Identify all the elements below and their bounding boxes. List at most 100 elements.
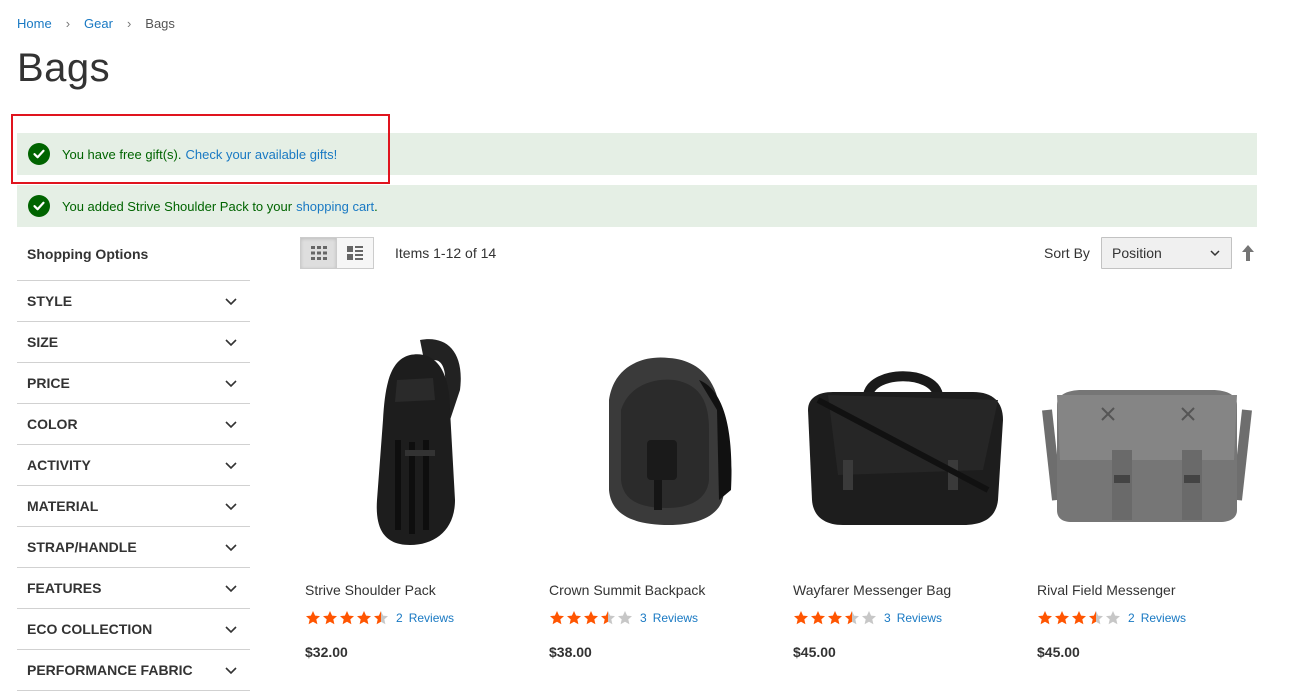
- grid-view-button[interactable]: [300, 237, 337, 269]
- shopping-cart-link[interactable]: shopping cart: [296, 199, 374, 214]
- chevron-down-icon: [225, 626, 237, 634]
- sort-by-label: Sort By: [1044, 245, 1090, 261]
- filter-label: PERFORMANCE FABRIC: [27, 662, 193, 678]
- star-icon: [862, 611, 876, 625]
- product-item: Crown Summit Backpack 3 Reviews $38.00: [549, 320, 774, 660]
- chevron-down-icon: [225, 462, 237, 470]
- star-icon: [811, 611, 825, 625]
- reviews-link[interactable]: 2 Reviews: [396, 611, 454, 625]
- filter-label: FEATURES: [27, 580, 102, 596]
- rating-stars: [549, 610, 634, 626]
- sort-by-value: Position: [1112, 245, 1162, 261]
- product-rating: 2 Reviews: [305, 610, 454, 626]
- product-name-link[interactable]: Crown Summit Backpack: [549, 582, 705, 598]
- breadcrumb-gear-link[interactable]: Gear: [84, 16, 113, 31]
- star-icon: [601, 611, 615, 625]
- filter-price[interactable]: PRICE: [17, 363, 250, 404]
- star-icon: [550, 611, 564, 625]
- product-price: $32.00: [305, 644, 348, 660]
- star-icon: [1072, 611, 1086, 625]
- filter-label: ECO COLLECTION: [27, 621, 153, 637]
- reviews-link[interactable]: 3 Reviews: [640, 611, 698, 625]
- rating-stars: [1037, 610, 1122, 626]
- filter-label: MATERIAL: [27, 498, 99, 514]
- reviews-link[interactable]: 2 Reviews: [1128, 611, 1186, 625]
- chevron-down-icon: [225, 380, 237, 388]
- list-icon: [347, 246, 363, 260]
- filter-label: PRICE: [27, 375, 70, 391]
- added-to-cart-text: You added Strive Shoulder Pack to your: [62, 198, 293, 214]
- reviews-link[interactable]: 3 Reviews: [884, 611, 942, 625]
- star-icon: [323, 611, 337, 625]
- message-period: .: [374, 198, 378, 214]
- filter-label: STYLE: [27, 293, 73, 309]
- rating-stars: [305, 610, 390, 626]
- product-image-sling-backpack[interactable]: [305, 320, 525, 560]
- chevron-down-icon: [225, 544, 237, 552]
- shopping-options-title: Shopping Options: [17, 236, 250, 281]
- chevron-down-icon: [1210, 250, 1220, 257]
- page-title: Bags: [17, 46, 111, 90]
- star-icon: [340, 611, 354, 625]
- product-rating: 2 Reviews: [1037, 610, 1186, 626]
- product-rating: 3 Reviews: [793, 610, 942, 626]
- product-item: Wayfarer Messenger Bag 3 Reviews $45.00: [793, 320, 1018, 660]
- star-icon: [306, 611, 320, 625]
- highlight-box: [11, 114, 390, 184]
- filter-label: SIZE: [27, 334, 59, 350]
- star-icon: [1106, 611, 1120, 625]
- star-icon: [618, 611, 632, 625]
- product-name-link[interactable]: Rival Field Messenger: [1037, 582, 1176, 598]
- product-name-link[interactable]: Wayfarer Messenger Bag: [793, 582, 951, 598]
- star-icon: [357, 611, 371, 625]
- added-to-cart-message: You added Strive Shoulder Pack to your s…: [17, 185, 1257, 227]
- filter-activity[interactable]: ACTIVITY: [17, 445, 250, 486]
- grid-icon: [310, 246, 327, 260]
- star-icon: [1055, 611, 1069, 625]
- filter-color[interactable]: COLOR: [17, 404, 250, 445]
- product-price: $45.00: [793, 644, 836, 660]
- star-icon: [567, 611, 581, 625]
- shopping-options-sidebar: Shopping Options STYLE SIZE PRICE COLOR ACTI…: [17, 236, 250, 691]
- toolbar-items-count: Items 1-12 of 14: [395, 245, 497, 261]
- star-icon: [1038, 611, 1052, 625]
- star-icon: [828, 611, 842, 625]
- breadcrumb-separator: ›: [65, 16, 71, 31]
- star-icon: [845, 611, 859, 625]
- filter-style[interactable]: STYLE: [17, 281, 250, 322]
- chevron-down-icon: [225, 298, 237, 306]
- filter-label: COLOR: [27, 416, 78, 432]
- chevron-down-icon: [225, 667, 237, 675]
- filter-eco-collection[interactable]: ECO COLLECTION: [17, 609, 250, 650]
- view-mode-switch: [300, 237, 374, 269]
- breadcrumb-current: Bags: [145, 16, 175, 31]
- star-icon: [794, 611, 808, 625]
- product-image-field-messenger[interactable]: [1037, 320, 1257, 560]
- chevron-down-icon: [225, 503, 237, 511]
- product-image-messenger-bag[interactable]: [793, 320, 1013, 560]
- rating-stars: [793, 610, 878, 626]
- sort-direction-arrow-icon[interactable]: [1240, 244, 1256, 262]
- star-icon: [1089, 611, 1103, 625]
- product-item: Strive Shoulder Pack 2 Reviews $32.00: [305, 320, 530, 660]
- star-icon: [374, 611, 388, 625]
- breadcrumb-home-link[interactable]: Home: [17, 16, 52, 31]
- star-icon: [584, 611, 598, 625]
- product-rating: 3 Reviews: [549, 610, 698, 626]
- filter-strap-handle[interactable]: STRAP/HANDLE: [17, 527, 250, 568]
- filter-size[interactable]: SIZE: [17, 322, 250, 363]
- product-name-link[interactable]: Strive Shoulder Pack: [305, 582, 436, 598]
- chevron-down-icon: [225, 421, 237, 429]
- filter-performance-fabric[interactable]: PERFORMANCE FABRIC: [17, 650, 250, 691]
- breadcrumb: Home › Gear › Bags: [17, 16, 175, 31]
- product-image-backpack[interactable]: [549, 320, 769, 560]
- product-price: $45.00: [1037, 644, 1080, 660]
- list-view-button[interactable]: [337, 237, 374, 269]
- filter-features[interactable]: FEATURES: [17, 568, 250, 609]
- sort-by-select[interactable]: Position: [1101, 237, 1232, 269]
- filter-material[interactable]: MATERIAL: [17, 486, 250, 527]
- product-item: Rival Field Messenger 2 Reviews $45.00: [1037, 320, 1262, 660]
- breadcrumb-separator: ›: [126, 16, 132, 31]
- success-check-icon: [28, 195, 50, 217]
- chevron-down-icon: [225, 585, 237, 593]
